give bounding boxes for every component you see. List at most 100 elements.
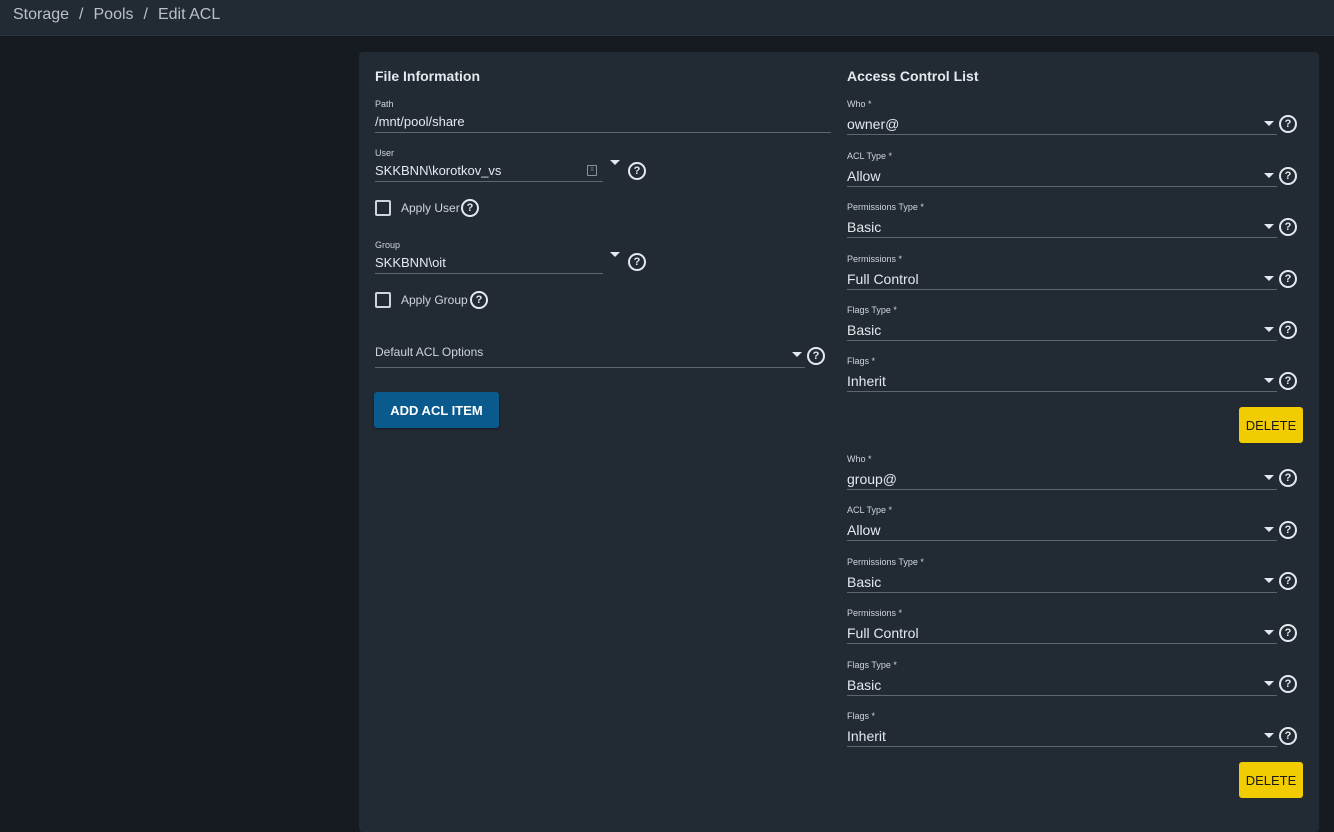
user-dropdown-arrow-icon[interactable] <box>610 160 620 165</box>
acl-2-permissions-type-help-icon[interactable]: ? <box>1279 572 1297 590</box>
flags-type-label: Flags Type * <box>847 660 897 670</box>
user-input[interactable]: SKKBNN\korotkov_vs <box>375 159 603 181</box>
acl-2-permissions-select[interactable]: Permissions * Full Control <box>847 607 1277 645</box>
permissions-label: Permissions * <box>847 608 903 618</box>
permissions-type-underline <box>847 592 1277 593</box>
breadcrumb-edit-acl: Edit ACL <box>157 6 221 23</box>
acl-2-flags-help-icon[interactable]: ? <box>1279 727 1297 745</box>
breadcrumb-storage[interactable]: Storage <box>13 6 69 24</box>
apply-group-checkbox[interactable] <box>375 292 391 308</box>
acl-type-label: ACL Type * <box>847 505 893 515</box>
acl-1-flags-type-dropdown-arrow-icon[interactable] <box>1264 327 1274 332</box>
default-acl-underline <box>375 367 805 368</box>
acl-type-value: Allow <box>847 522 881 538</box>
acl-2-acl-type-help-icon[interactable]: ? <box>1279 521 1297 539</box>
acl-1-acl-type-dropdown-arrow-icon[interactable] <box>1264 173 1274 178</box>
acl-type-underline <box>847 186 1277 187</box>
acl-1-flags-type-help-icon[interactable]: ? <box>1279 321 1297 339</box>
acl-1-permissions-type-help-icon[interactable]: ? <box>1279 218 1297 236</box>
edit-acl-card: File Information Path /mnt/pool/share Us… <box>359 52 1319 832</box>
path-underline <box>375 132 831 133</box>
who-value: group@ <box>847 471 898 487</box>
acl-2-who-dropdown-arrow-icon[interactable] <box>1264 475 1274 480</box>
user-help-icon[interactable]: ? <box>628 162 646 180</box>
acl-type-value: Allow <box>847 168 881 184</box>
acl-2-who-help-icon[interactable]: ? <box>1279 469 1297 487</box>
who-underline <box>847 134 1277 135</box>
permissions-type-label: Permissions Type * <box>847 557 924 567</box>
permissions-label: Permissions * <box>847 254 903 264</box>
acl-2-flags-type-dropdown-arrow-icon[interactable] <box>1264 681 1274 686</box>
who-label: Who * <box>847 99 872 109</box>
acl-1-flags-dropdown-arrow-icon[interactable] <box>1264 378 1274 383</box>
apply-group-label: Apply Group <box>401 293 468 307</box>
flags-type-label: Flags Type * <box>847 305 897 315</box>
apply-group-row: Apply Group <box>375 292 468 308</box>
flags-underline <box>847 746 1277 747</box>
contact-card-icon: ≡ <box>587 165 597 176</box>
acl-1-who-select[interactable]: Who * owner@ <box>847 98 1277 136</box>
acl-2-acl-type-dropdown-arrow-icon[interactable] <box>1264 527 1274 532</box>
acl-1-delete-button[interactable]: DELETE <box>1239 407 1303 443</box>
acl-1-permissions-dropdown-arrow-icon[interactable] <box>1264 276 1274 281</box>
acl-1-flags-select[interactable]: Flags * Inherit <box>847 355 1277 393</box>
apply-group-help-icon[interactable]: ? <box>470 291 488 309</box>
acl-1-permissions-type-select[interactable]: Permissions Type * Basic <box>847 201 1277 239</box>
acl-2-delete-button[interactable]: DELETE <box>1239 762 1303 798</box>
default-acl-options-select[interactable]: Default ACL Options <box>375 342 805 368</box>
path-field[interactable]: Path /mnt/pool/share <box>375 98 831 134</box>
breadcrumb-pools[interactable]: Pools <box>94 6 134 24</box>
acl-2-permissions-help-icon[interactable]: ? <box>1279 624 1297 642</box>
acl-1-acl-type-select[interactable]: ACL Type * Allow <box>847 150 1277 188</box>
permissions-type-label: Permissions Type * <box>847 202 924 212</box>
acl-2-flags-type-select[interactable]: Flags Type * Basic <box>847 659 1277 697</box>
flags-value: Inherit <box>847 728 886 744</box>
permissions-value: Full Control <box>847 625 919 641</box>
acl-2-flags-dropdown-arrow-icon[interactable] <box>1264 733 1274 738</box>
default-acl-dropdown-arrow-icon[interactable] <box>792 352 802 357</box>
path-value: /mnt/pool/share <box>375 114 465 129</box>
path-label: Path <box>375 99 394 109</box>
flags-type-value: Basic <box>847 322 882 338</box>
apply-user-help-icon[interactable]: ? <box>461 199 479 217</box>
group-field[interactable]: Group SKKBNN\oit <box>375 239 603 275</box>
group-underline <box>375 273 603 274</box>
group-help-icon[interactable]: ? <box>628 253 646 271</box>
acl-2-permissions-type-select[interactable]: Permissions Type * Basic <box>847 556 1277 594</box>
acl-type-label: ACL Type * <box>847 151 893 161</box>
acl-1-who-dropdown-arrow-icon[interactable] <box>1264 121 1274 126</box>
flags-label: Flags * <box>847 711 876 721</box>
acl-1-permissions-help-icon[interactable]: ? <box>1279 270 1297 288</box>
apply-user-row: Apply User <box>375 200 460 216</box>
acl-1-flags-type-select[interactable]: Flags Type * Basic <box>847 304 1277 342</box>
acl-2-flags-type-help-icon[interactable]: ? <box>1279 675 1297 693</box>
acl-1-acl-type-help-icon[interactable]: ? <box>1279 167 1297 185</box>
top-bar: Storage / Pools / Edit ACL <box>0 0 1334 36</box>
acl-1-flags-help-icon[interactable]: ? <box>1279 372 1297 390</box>
default-acl-help-icon[interactable]: ? <box>807 347 825 365</box>
flags-value: Inherit <box>847 373 886 389</box>
permissions-type-value: Basic <box>847 574 882 590</box>
acl-2-flags-select[interactable]: Flags * Inherit <box>847 710 1277 748</box>
default-acl-options-placeholder: Default ACL Options <box>375 345 484 359</box>
acl-1-permissions-select[interactable]: Permissions * Full Control <box>847 253 1277 291</box>
group-dropdown-arrow-icon[interactable] <box>610 252 620 257</box>
acl-2-acl-type-select[interactable]: ACL Type * Allow <box>847 504 1277 542</box>
acl-2-who-select[interactable]: Who * group@ <box>847 453 1277 491</box>
permissions-type-value: Basic <box>847 219 882 235</box>
flags-label: Flags * <box>847 356 876 366</box>
add-acl-item-button[interactable]: ADD ACL ITEM <box>374 392 499 428</box>
acl-1-who-help-icon[interactable]: ? <box>1279 115 1297 133</box>
apply-user-checkbox[interactable] <box>375 200 391 216</box>
acl-1-permissions-type-dropdown-arrow-icon[interactable] <box>1264 224 1274 229</box>
acl-2-permissions-type-dropdown-arrow-icon[interactable] <box>1264 578 1274 583</box>
who-underline <box>847 489 1277 490</box>
acl-2-permissions-dropdown-arrow-icon[interactable] <box>1264 630 1274 635</box>
left-area <box>0 36 359 813</box>
breadcrumb-separator: / <box>143 6 148 23</box>
permissions-underline <box>847 643 1277 644</box>
flags-type-value: Basic <box>847 677 882 693</box>
group-input[interactable]: SKKBNN\oit <box>375 251 603 273</box>
user-field[interactable]: User SKKBNN\korotkov_vs ≡ <box>375 147 603 183</box>
permissions-underline <box>847 289 1277 290</box>
